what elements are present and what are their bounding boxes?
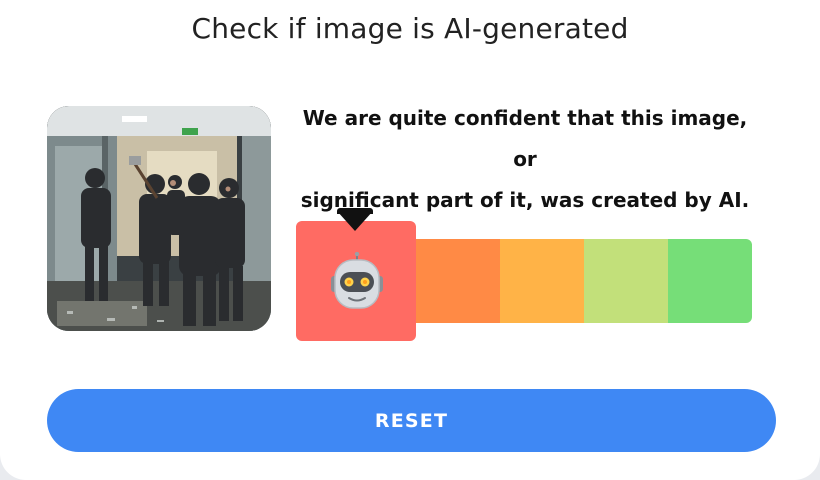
reset-button[interactable]: RESET: [47, 389, 776, 452]
meter-segment-5: [668, 239, 752, 323]
verdict-message-line1: We are quite confident that this image, …: [302, 106, 748, 171]
meter-segment-2: [416, 239, 500, 323]
verdict-message: We are quite confident that this image, …: [292, 98, 758, 221]
meter-pointer-icon: [337, 211, 373, 231]
uploaded-image: [47, 106, 271, 331]
uploaded-image-thumbnail: [47, 106, 271, 331]
meter-active-segment: [296, 208, 416, 341]
ai-likelihood-meter: [296, 208, 752, 342]
meter-segment-4: [584, 239, 668, 323]
robot-face-icon: [331, 252, 383, 309]
page-title: Check if image is AI-generated: [191, 12, 629, 45]
meter-segment-3: [500, 239, 584, 323]
detector-card: Check if image is AI-generated We are qu…: [0, 0, 820, 480]
